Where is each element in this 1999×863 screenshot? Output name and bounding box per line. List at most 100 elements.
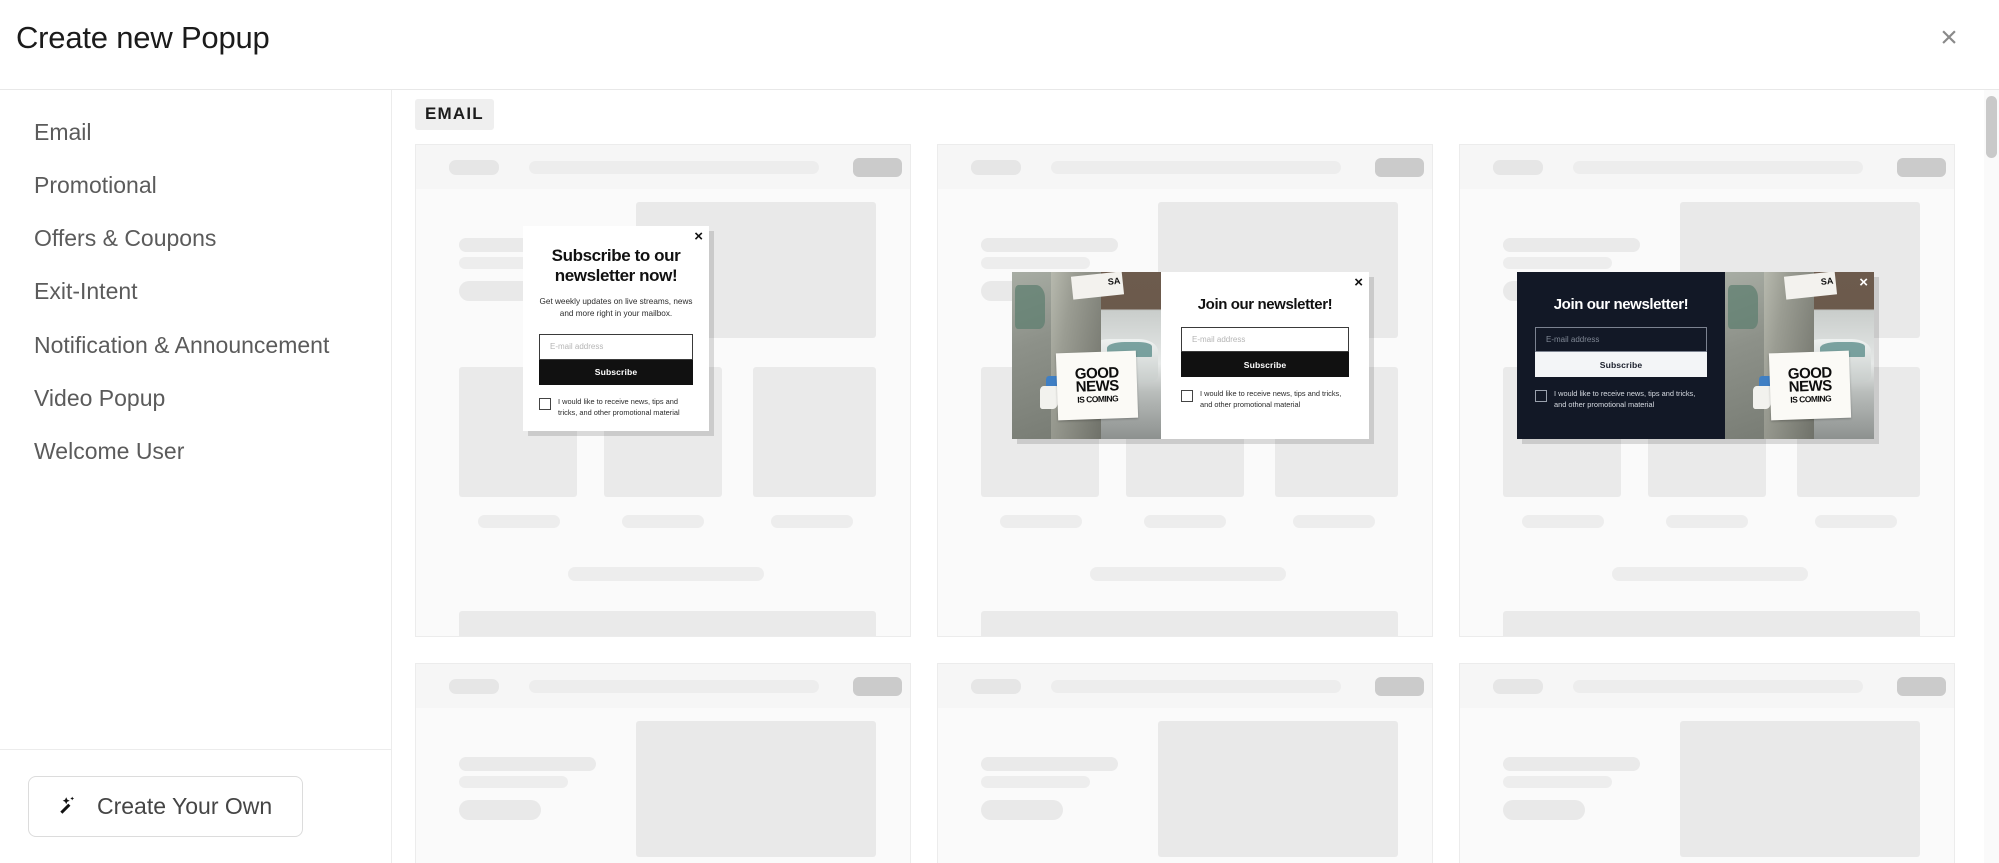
template-card[interactable]: × Get exclusive news	[937, 663, 1433, 863]
skeleton-caption	[771, 515, 853, 528]
skeleton-caption	[1612, 567, 1808, 581]
skeleton-subheading	[1503, 257, 1612, 269]
skeleton-nav-button	[853, 158, 902, 177]
skeleton-subheading	[1503, 776, 1612, 788]
skeleton-caption	[1666, 515, 1748, 528]
popup-consent-label: I would like to receive news, tips and t…	[1554, 389, 1696, 409]
popup-subtitle: Get weekly updates on live streams, news…	[539, 297, 693, 318]
sidebar: Email Promotional Offers & Coupons Exit-…	[0, 90, 392, 863]
popup-close-icon[interactable]: ×	[694, 229, 703, 244]
sidebar-item-offers-coupons[interactable]: Offers & Coupons	[0, 212, 392, 265]
skeleton-caption	[1000, 515, 1082, 528]
create-your-own-label: Create Your Own	[97, 793, 273, 819]
skeleton-button	[981, 800, 1063, 820]
sidebar-item-welcome-user[interactable]: Welcome User	[0, 425, 392, 478]
template-card[interactable]	[415, 663, 911, 863]
popup-subscribe-button[interactable]: Subscribe	[1181, 352, 1349, 377]
close-icon[interactable]: ×	[1929, 18, 1969, 58]
template-card[interactable]: ×	[1459, 663, 1955, 863]
skeleton-caption	[1090, 567, 1286, 581]
modal-body: Email Promotional Offers & Coupons Exit-…	[0, 90, 1999, 863]
section-badge-email: EMAIL	[415, 99, 494, 130]
skeleton-nav-button	[1375, 677, 1424, 696]
sidebar-item-email[interactable]: Email	[0, 106, 392, 159]
template-card[interactable]: Join our newsletter! E-mail address Subs…	[1459, 144, 1955, 637]
skeleton-subheading	[981, 776, 1090, 788]
skeleton-button	[459, 800, 541, 820]
popup-title: Subscribe to our newsletter now!	[551, 246, 681, 285]
popup-subscribe-button[interactable]: Subscribe	[1535, 352, 1707, 377]
popup-email-input[interactable]: E-mail address	[539, 333, 693, 360]
skeleton-hero-image	[1680, 721, 1920, 857]
skeleton-logo	[449, 679, 499, 694]
skeleton-menu	[1051, 161, 1341, 174]
skeleton-menu	[1573, 680, 1863, 693]
skeleton-footer-block	[1503, 611, 1920, 636]
template-gallery: EMAIL × Subscribe to our newsletter now!…	[392, 90, 1999, 863]
skeleton-logo	[971, 679, 1021, 694]
sidebar-item-video-popup[interactable]: Video Popup	[0, 372, 392, 425]
skeleton-logo	[1493, 679, 1543, 694]
popup-close-icon[interactable]: ×	[1859, 275, 1868, 290]
popup-consent-checkbox[interactable]	[1535, 390, 1547, 402]
skeleton-caption	[478, 515, 560, 528]
popup-image: GOOD NEWS IS COMING ×	[1725, 272, 1874, 439]
good-news-sign: GOOD NEWS IS COMING	[1768, 350, 1852, 421]
skeleton-heading	[981, 757, 1118, 771]
skeleton-nav-button	[1897, 677, 1946, 696]
skeleton-block	[753, 367, 876, 497]
popup-image: GOOD NEWS IS COMING	[1012, 272, 1161, 439]
popup-subscribe-button[interactable]: Subscribe	[539, 359, 693, 385]
create-popup-modal: Create new Popup × Email Promotional Off…	[0, 0, 1999, 863]
popup-consent-row: I would like to receive news, tips and t…	[1535, 389, 1707, 410]
popup-title: Join our newsletter!	[1197, 296, 1333, 313]
popup-preview: × Subscribe to our newsletter now! Get w…	[523, 226, 709, 431]
skeleton-caption	[1522, 515, 1604, 528]
skeleton-footer-block	[981, 611, 1398, 636]
skeleton-caption	[1293, 515, 1375, 528]
popup-preview: Join our newsletter! E-mail address Subs…	[1517, 272, 1874, 439]
sidebar-item-exit-intent[interactable]: Exit-Intent	[0, 265, 392, 318]
popup-consent-label: I would like to receive news, tips and t…	[558, 396, 680, 417]
skeleton-hero-image	[636, 721, 876, 857]
sidebar-item-notification-announcement[interactable]: Notification & Announcement	[0, 319, 392, 372]
skeleton-nav-button	[1897, 158, 1946, 177]
sidebar-item-label: Notification & Announcement	[34, 331, 330, 358]
skeleton-heading	[1503, 238, 1640, 252]
scrollbar-thumb[interactable]	[1986, 96, 1997, 158]
popup-email-input[interactable]: E-mail address	[1181, 327, 1349, 352]
skeleton-nav-button	[1375, 158, 1424, 177]
skeleton-caption	[568, 567, 764, 581]
skeleton-menu	[529, 680, 819, 693]
skeleton-caption	[1144, 515, 1226, 528]
popup-close-icon[interactable]: ×	[1354, 275, 1363, 290]
skeleton-menu	[1573, 161, 1863, 174]
sign-line-3: IS COMING	[1076, 393, 1118, 405]
skeleton-menu	[1051, 680, 1341, 693]
modal-header: Create new Popup ×	[0, 0, 1999, 90]
skeleton-heading	[981, 238, 1118, 252]
skeleton-caption	[622, 515, 704, 528]
popup-email-input[interactable]: E-mail address	[1535, 327, 1707, 352]
content-scrollbar[interactable]	[1984, 90, 1999, 863]
skeleton-logo	[1493, 160, 1543, 175]
popup-consent-checkbox[interactable]	[1181, 390, 1193, 402]
popup-title: Join our newsletter!	[1553, 296, 1689, 313]
skeleton-heading	[459, 757, 596, 771]
popup-consent-checkbox[interactable]	[539, 397, 551, 410]
template-card[interactable]: GOOD NEWS IS COMING × Join our newslette…	[937, 144, 1433, 637]
popup-consent-row: I would like to receive news, tips and t…	[539, 397, 693, 418]
sidebar-item-label: Video Popup	[34, 384, 166, 411]
template-card[interactable]: × Subscribe to our newsletter now! Get w…	[415, 144, 911, 637]
good-news-photo: GOOD NEWS IS COMING	[1725, 272, 1874, 439]
create-your-own-button[interactable]: Create Your Own	[28, 776, 304, 837]
skeleton-subheading	[981, 257, 1090, 269]
skeleton-logo	[971, 160, 1021, 175]
skeleton-menu	[529, 161, 819, 174]
skeleton-caption	[1815, 515, 1897, 528]
skeleton-logo	[449, 160, 499, 175]
page-title: Create new Popup	[16, 20, 270, 55]
popup-consent-row: I would like to receive news, tips and t…	[1181, 389, 1349, 410]
sidebar-item-promotional[interactable]: Promotional	[0, 159, 392, 212]
skeleton-footer-block	[459, 611, 876, 636]
